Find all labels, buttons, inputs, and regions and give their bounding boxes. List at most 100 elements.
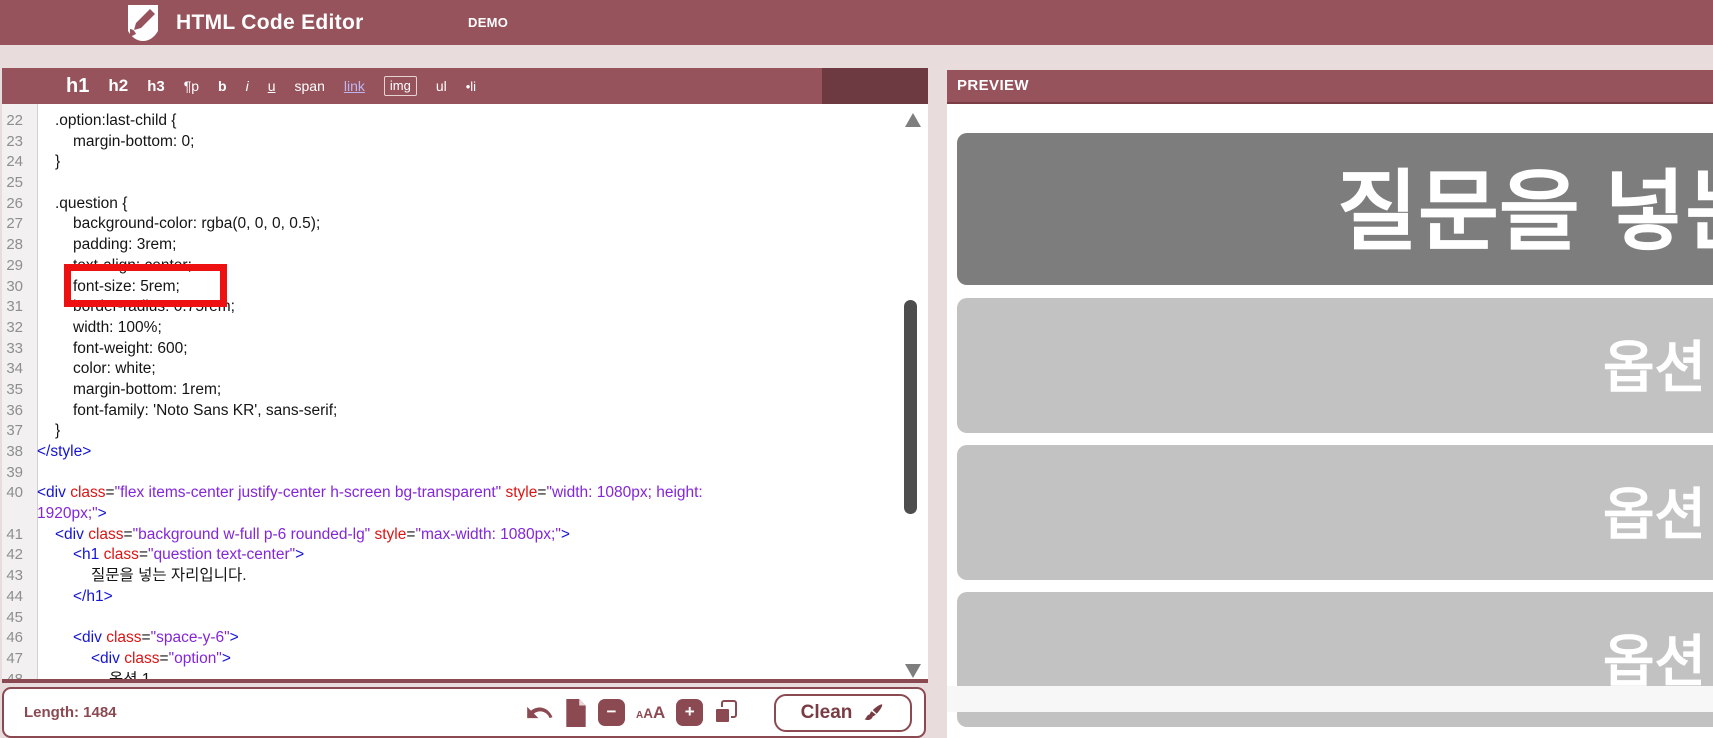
format-button-ul[interactable]: ul <box>436 78 447 94</box>
code-line-text: 옵션 1 <box>109 670 151 683</box>
clean-button[interactable]: Clean <box>774 694 912 732</box>
code-line-text: </h1> <box>73 587 113 605</box>
code-line-text: <div class="space-y-6"> <box>73 629 239 647</box>
code-line[interactable]: 27 background-color: rgba(0, 0, 0, 0.5); <box>2 214 922 235</box>
undo-arrow-icon[interactable] <box>524 699 554 726</box>
line-number: 47 <box>6 649 23 667</box>
code-line[interactable]: 40 <div class="flex items-center justify-… <box>2 483 922 504</box>
code-line-text: </style> <box>37 443 92 460</box>
code-line[interactable]: 41 <div class="background w-full p-6 roun… <box>2 525 922 546</box>
format-button-link[interactable]: link <box>344 78 365 94</box>
scroll-up-icon[interactable] <box>905 113 921 127</box>
format-button-h2[interactable]: h2 <box>108 76 128 96</box>
line-number: 39 <box>6 463 23 481</box>
format-button-img[interactable]: img <box>383 76 417 96</box>
app-root: HTML Code Editor DEMO h1 h2 h3 ¶p b i u span lin… <box>0 0 1713 738</box>
line-number: 22 <box>6 112 23 129</box>
copy-icon-front <box>714 706 732 724</box>
app-header: HTML Code Editor DEMO <box>0 0 1713 45</box>
format-button-span[interactable]: span <box>295 78 325 94</box>
line-number: 48 <box>6 670 23 683</box>
preview-title: PREVIEW <box>957 77 1029 94</box>
scroll-down-icon[interactable] <box>905 664 921 678</box>
line-number: 23 <box>6 132 23 150</box>
line-number: 28 <box>6 236 23 254</box>
code-line[interactable]: 23 margin-bottom: 0; <box>2 132 922 153</box>
line-number: 38 <box>6 443 23 460</box>
code-line-text: .option:last-child { <box>55 112 177 129</box>
question-box: 질문을 넣는 자리입니다. <box>957 133 1713 285</box>
code-line-text: padding: 3rem; <box>73 236 177 254</box>
line-number: 34 <box>6 360 23 378</box>
status-bar: Length: 1484 − AAA + Clean <box>2 687 926 738</box>
line-number <box>2 504 32 525</box>
status-tools: − AAA + <box>524 689 739 736</box>
format-button-h3[interactable]: h3 <box>147 78 165 95</box>
code-line[interactable]: 42 <h1 class="question text-center"> <box>2 545 922 566</box>
code-editor[interactable]: 22 .option:last-child { 23 margin-bottom: 0… <box>2 104 928 683</box>
format-button-u[interactable]: u <box>268 78 276 94</box>
editor-scrollbar-thumb[interactable] <box>904 300 917 514</box>
line-number: 43 <box>6 567 23 585</box>
code-line[interactable]: 25 <box>2 173 922 194</box>
format-button-li[interactable]: •li <box>466 79 476 94</box>
format-button-i[interactable]: i <box>246 78 249 94</box>
demo-badge[interactable]: DEMO <box>468 0 508 45</box>
code-line-text: <div class="option"> <box>91 649 231 667</box>
code-line[interactable]: 48 옵션 1 <box>2 670 922 683</box>
code-line[interactable]: 38 </style> <box>2 442 922 463</box>
line-number: 45 <box>6 608 23 626</box>
line-number: 41 <box>6 525 23 543</box>
code-line[interactable]: 39 <box>2 463 922 484</box>
code-line[interactable]: 35 margin-bottom: 1rem; <box>2 380 922 401</box>
format-button-p[interactable]: ¶p <box>184 78 199 94</box>
code-line-text: } <box>55 153 61 171</box>
code-line[interactable]: 44 </h1> <box>2 587 922 608</box>
preview-header: PREVIEW <box>947 70 1713 104</box>
code-line-text: color: white; <box>73 360 156 378</box>
code-line[interactable]: 37} <box>2 421 922 442</box>
line-number: 31 <box>6 298 23 316</box>
option-label: 옵션 2 <box>1603 483 1713 546</box>
code-line-text: 1920px;"> <box>37 505 107 523</box>
line-number: 25 <box>6 174 23 192</box>
code-line[interactable]: 45 <box>2 608 922 629</box>
line-number: 40 <box>6 484 23 502</box>
code-line[interactable]: 34 color: white; <box>2 359 922 380</box>
code-line[interactable]: 22 .option:last-child { <box>2 111 922 132</box>
font-size-control[interactable]: AAA <box>636 703 665 723</box>
line-number: 44 <box>6 587 23 605</box>
code-line-text: margin-bottom: 1rem; <box>73 380 222 398</box>
clean-button-label: Clean <box>800 702 853 723</box>
code-line[interactable]: 36 font-family: 'Noto Sans KR', sans-seri… <box>2 401 922 422</box>
code-line[interactable]: 28 padding: 3rem; <box>2 235 922 256</box>
code-line[interactable]: 32 width: 100%; <box>2 318 922 339</box>
code-line[interactable]: 26 .question { <box>2 194 922 215</box>
option-label: 옵션 1 <box>1603 336 1713 399</box>
preview-hscrollbar-track[interactable] <box>947 686 1713 712</box>
pen-badge-icon <box>128 5 158 41</box>
format-button-h1[interactable]: h1 <box>66 75 89 98</box>
minus-icon[interactable]: − <box>598 699 625 726</box>
option-box: 옵션 2 <box>957 445 1713 580</box>
code-line[interactable]: 43 질문을 넣는 자리입니다. <box>2 566 922 587</box>
code-line-text: font-family: 'Noto Sans KR', sans-serif; <box>73 401 338 419</box>
copy-icon[interactable] <box>714 699 739 726</box>
format-button-b[interactable]: b <box>218 78 227 94</box>
line-number: 36 <box>6 401 23 419</box>
code-line-text: .question { <box>55 194 128 212</box>
line-number: 32 <box>6 318 23 336</box>
plus-icon[interactable]: + <box>676 699 704 726</box>
code-line[interactable]: 1920px;"> <box>2 504 922 525</box>
code-line[interactable]: 24} <box>2 152 922 173</box>
line-number: 42 <box>6 546 23 564</box>
code-line[interactable]: 47 <div class="option"> <box>2 649 922 670</box>
code-line[interactable]: 46 <div class="space-y-6"> <box>2 628 922 649</box>
code-line[interactable]: 33 font-weight: 600; <box>2 339 922 360</box>
format-toolbar: h1 h2 h3 ¶p b i u span link img ul •li <box>2 68 928 104</box>
code-line-text: width: 100%; <box>73 318 162 336</box>
document-icon[interactable] <box>565 698 587 727</box>
option-box: 옵션 1 <box>957 298 1713 433</box>
line-number: 30 <box>6 277 23 295</box>
